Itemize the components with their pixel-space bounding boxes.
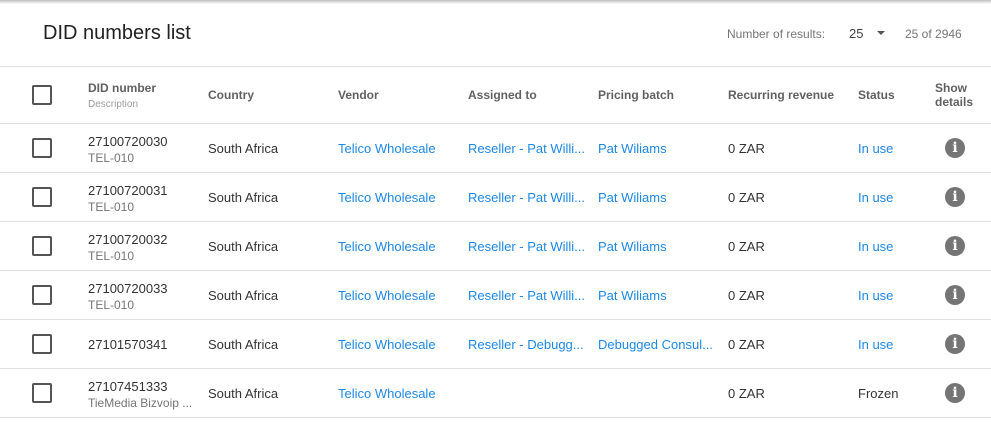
row-checkbox[interactable] (32, 285, 52, 305)
did-description: TEL-010 (88, 298, 135, 312)
assigned-to-link[interactable]: Reseller - Pat Willi... (468, 239, 586, 254)
status-cell[interactable]: In use (858, 239, 928, 254)
page-title: DID numbers list (43, 22, 191, 44)
recurring-revenue-cell: 0 ZAR (728, 190, 765, 205)
header-pricing-batch[interactable]: Pricing batch (598, 88, 674, 102)
did-description: TEL-010 (88, 249, 135, 263)
pricing-batch-link[interactable]: Debugged Consul... (598, 337, 716, 352)
vendor-link[interactable]: Telico Wholesale (338, 288, 458, 303)
pricing-batch-link[interactable]: Pat Wiliams (598, 288, 716, 303)
page-size-select[interactable]: 25 (849, 26, 863, 41)
assigned-to-link[interactable]: Reseller - Debugg... (468, 337, 586, 352)
did-number[interactable]: 27100720030 (88, 134, 198, 149)
header-show-details-line2: details (935, 95, 974, 109)
did-number[interactable]: 27100720032 (88, 232, 198, 247)
recurring-revenue-cell: 0 ZAR (728, 239, 765, 254)
did-description: TEL-010 (88, 151, 135, 165)
did-number[interactable]: 27100720031 (88, 183, 198, 198)
did-description: TieMedia Bizvoip ... (88, 396, 193, 410)
header-status[interactable]: Status (858, 88, 895, 102)
header-did-number[interactable]: DID number (88, 81, 156, 95)
info-icon[interactable]: i (945, 138, 965, 158)
info-icon[interactable]: i (945, 383, 965, 403)
did-number[interactable]: 27100720033 (88, 281, 198, 296)
header-assigned-to[interactable]: Assigned to (468, 88, 537, 102)
did-number[interactable]: 27101570341 (88, 337, 198, 352)
status-cell: Frozen (858, 386, 899, 401)
list-header: DID numbers list Number of results: 25 2… (0, 0, 991, 67)
header-description: Description (88, 99, 139, 110)
assigned-to-link[interactable]: Reseller - Pat Willi... (468, 288, 586, 303)
pricing-batch-link[interactable]: Pat Wiliams (598, 190, 716, 205)
row-checkbox[interactable] (32, 334, 52, 354)
header-vendor[interactable]: Vendor (338, 88, 379, 102)
header-show-details-line1: Show (935, 81, 967, 95)
did-number[interactable]: 27107451333 (88, 379, 198, 394)
vendor-link[interactable]: Telico Wholesale (338, 239, 458, 254)
table-row: 27100720031 TEL-010 South Africa Telico … (0, 173, 991, 222)
table-row: 27101570341 South Africa Telico Wholesal… (0, 320, 991, 369)
country-cell: South Africa (208, 386, 279, 401)
pricing-batch-link[interactable]: Pat Wiliams (598, 141, 716, 156)
country-cell: South Africa (208, 190, 279, 205)
vendor-link[interactable]: Telico Wholesale (338, 141, 458, 156)
status-cell[interactable]: In use (858, 190, 928, 205)
status-cell[interactable]: In use (858, 337, 928, 352)
recurring-revenue-cell: 0 ZAR (728, 337, 765, 352)
info-icon[interactable]: i (945, 285, 965, 305)
row-checkbox[interactable] (32, 187, 52, 207)
header-country[interactable]: Country (208, 88, 254, 102)
country-cell: South Africa (208, 239, 279, 254)
divider (0, 66, 991, 67)
table-row: 27107451333 TieMedia Bizvoip ... South A… (0, 369, 991, 418)
country-cell: South Africa (208, 141, 279, 156)
status-cell[interactable]: In use (858, 288, 928, 303)
status-cell[interactable]: In use (858, 141, 928, 156)
recurring-revenue-cell: 0 ZAR (728, 386, 765, 401)
assigned-to-link[interactable]: Reseller - Pat Willi... (468, 141, 586, 156)
row-checkbox[interactable] (32, 236, 52, 256)
select-all-checkbox[interactable] (32, 85, 52, 105)
table-row: 27100720032 TEL-010 South Africa Telico … (0, 222, 991, 271)
row-checkbox[interactable] (32, 138, 52, 158)
country-cell: South Africa (208, 288, 279, 303)
info-icon[interactable]: i (945, 334, 965, 354)
row-checkbox[interactable] (32, 383, 52, 403)
header-recurring-revenue[interactable]: Recurring revenue (728, 88, 834, 102)
pricing-batch-link[interactable]: Pat Wiliams (598, 239, 716, 254)
country-cell: South Africa (208, 337, 279, 352)
did-description: TEL-010 (88, 200, 135, 214)
recurring-revenue-cell: 0 ZAR (728, 141, 765, 156)
info-icon[interactable]: i (945, 236, 965, 256)
vendor-link[interactable]: Telico Wholesale (338, 386, 458, 401)
table-row: 27100720030 TEL-010 South Africa Telico … (0, 124, 991, 173)
vendor-link[interactable]: Telico Wholesale (338, 337, 458, 352)
row-divider (0, 417, 991, 418)
vendor-link[interactable]: Telico Wholesale (338, 190, 458, 205)
recurring-revenue-cell: 0 ZAR (728, 288, 765, 303)
info-icon[interactable]: i (945, 187, 965, 207)
assigned-to-link[interactable]: Reseller - Pat Willi... (468, 190, 586, 205)
results-label: Number of results: (727, 27, 826, 41)
chevron-down-icon[interactable] (877, 31, 885, 35)
table-row: 27100720033 TEL-010 South Africa Telico … (0, 271, 991, 320)
results-range: 25 of 2946 (905, 27, 962, 41)
